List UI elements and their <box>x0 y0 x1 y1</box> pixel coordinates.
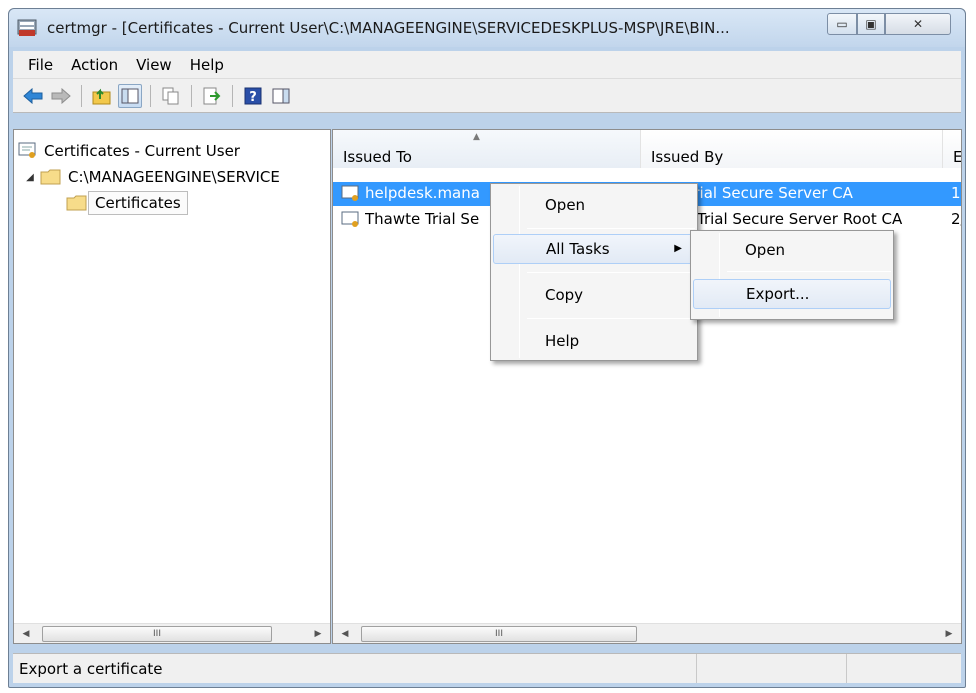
back-button[interactable] <box>21 84 45 108</box>
up-one-level-button[interactable] <box>90 84 114 108</box>
certificate-icon <box>341 211 359 227</box>
scroll-thumb[interactable]: III <box>42 626 272 642</box>
up-folder-icon <box>92 88 111 104</box>
scroll-right-icon[interactable]: ▶ <box>310 626 326 642</box>
show-hide-tree-icon <box>121 88 139 103</box>
column-header-expiration[interactable]: Ex <box>943 130 962 168</box>
help-icon: ? <box>244 87 262 105</box>
svg-text:?: ? <box>249 90 257 105</box>
tree-item-label: C:\MANAGEENGINE\SERVICE <box>68 168 280 186</box>
submenu-item-open[interactable]: Open <box>693 235 891 265</box>
menu-item-copy[interactable]: Copy <box>493 280 695 310</box>
tree-item-store[interactable]: ◢ C:\MANAGEENGINE\SERVICE <box>24 164 286 190</box>
cell-expiration: 2/ <box>951 210 961 228</box>
menu-item-help[interactable]: Help <box>493 326 695 356</box>
status-panel <box>847 654 957 683</box>
window-title: certmgr - [Certificates - Current User\C… <box>47 19 730 37</box>
certificate-icon <box>18 142 36 158</box>
expanded-triangle-icon[interactable]: ◢ <box>24 172 36 183</box>
back-icon <box>23 87 43 104</box>
copy-button[interactable] <box>159 84 183 108</box>
list-horizontal-scrollbar[interactable]: ◀ III ▶ <box>333 623 961 643</box>
menu-separator <box>527 272 695 273</box>
folder-icon <box>40 169 61 185</box>
menu-help[interactable]: Help <box>181 56 233 74</box>
certmgr-app-icon <box>17 19 37 36</box>
certificate-icon <box>341 185 359 201</box>
export-list-icon <box>203 87 221 104</box>
toolbar-separator <box>232 84 233 107</box>
status-panel <box>697 654 847 683</box>
certmgr-window: certmgr - [Certificates - Current User\C… <box>8 8 966 688</box>
maximize-icon: ▣ <box>865 17 877 31</box>
column-header-label: Ex <box>953 148 962 166</box>
status-text: Export a certificate <box>13 654 697 683</box>
submenu-arrow-icon: ▶ <box>674 243 682 254</box>
column-header-label: Issued By <box>651 148 724 166</box>
folder-icon <box>66 195 87 211</box>
tree-item-label: Certificates <box>88 191 188 215</box>
cell-expiration: 11 <box>951 184 961 202</box>
column-header-issued-to[interactable]: ▲ Issued To <box>333 130 641 168</box>
forward-button[interactable] <box>49 84 73 108</box>
tree-item-label: Certificates - Current User <box>44 142 240 160</box>
copy-icon <box>162 87 179 104</box>
show-hide-console-tree-button[interactable] <box>118 83 142 108</box>
menu-view[interactable]: View <box>127 56 181 74</box>
show-hide-action-pane-button[interactable] <box>269 84 293 108</box>
tree-horizontal-scrollbar[interactable]: ◀ III ▶ <box>14 623 330 643</box>
toolbar-separator <box>150 84 151 107</box>
context-menu: Open All Tasks ▶ Copy Help <box>490 183 698 361</box>
help-button[interactable]: ? <box>241 84 265 108</box>
column-header-label: Issued To <box>343 148 412 166</box>
submenu-item-export[interactable]: Export... <box>693 279 891 309</box>
menu-separator <box>727 271 891 272</box>
minimize-icon: ▭ <box>836 17 848 31</box>
maximize-button[interactable]: ▣ <box>857 13 885 35</box>
close-icon: ✕ <box>912 17 924 31</box>
menu-file[interactable]: File <box>19 56 62 74</box>
menu-separator <box>527 228 695 229</box>
column-header-issued-by[interactable]: Issued By <box>641 130 943 168</box>
all-tasks-submenu: Open Export... <box>690 230 894 320</box>
close-button[interactable]: ✕ <box>885 13 951 35</box>
menu-item-open[interactable]: Open <box>493 190 695 220</box>
scroll-left-icon[interactable]: ◀ <box>337 626 353 642</box>
scroll-thumb[interactable]: III <box>361 626 637 642</box>
menu-item-all-tasks[interactable]: All Tasks ▶ <box>493 234 695 264</box>
scroll-right-icon[interactable]: ▶ <box>941 626 957 642</box>
menu-action[interactable]: Action <box>62 56 127 74</box>
tree-item-certificates[interactable]: Certificates <box>66 190 188 216</box>
minimize-button[interactable]: ▭ <box>827 13 857 35</box>
title-bar[interactable]: certmgr - [Certificates - Current User\C… <box>9 9 965 47</box>
console-tree: Certificates - Current User ◢ C:\MANAGEE… <box>13 129 331 644</box>
toolbar-separator <box>81 84 82 107</box>
menu-item-label: All Tasks <box>546 240 610 258</box>
status-bar: Export a certificate <box>13 653 961 683</box>
show-hide-action-pane-icon <box>272 88 290 103</box>
forward-icon <box>51 87 71 104</box>
toolbar: ? <box>13 79 961 113</box>
menu-separator <box>527 318 695 319</box>
sort-ascending-icon: ▲ <box>473 132 480 142</box>
cell-issued-by: e Trial Secure Server Root CA <box>683 210 903 228</box>
tree-item-root[interactable]: Certificates - Current User <box>18 138 246 164</box>
toolbar-separator <box>191 84 192 107</box>
menu-bar: File Action View Help <box>13 51 961 79</box>
scroll-left-icon[interactable]: ◀ <box>18 626 34 642</box>
export-list-button[interactable] <box>200 84 224 108</box>
